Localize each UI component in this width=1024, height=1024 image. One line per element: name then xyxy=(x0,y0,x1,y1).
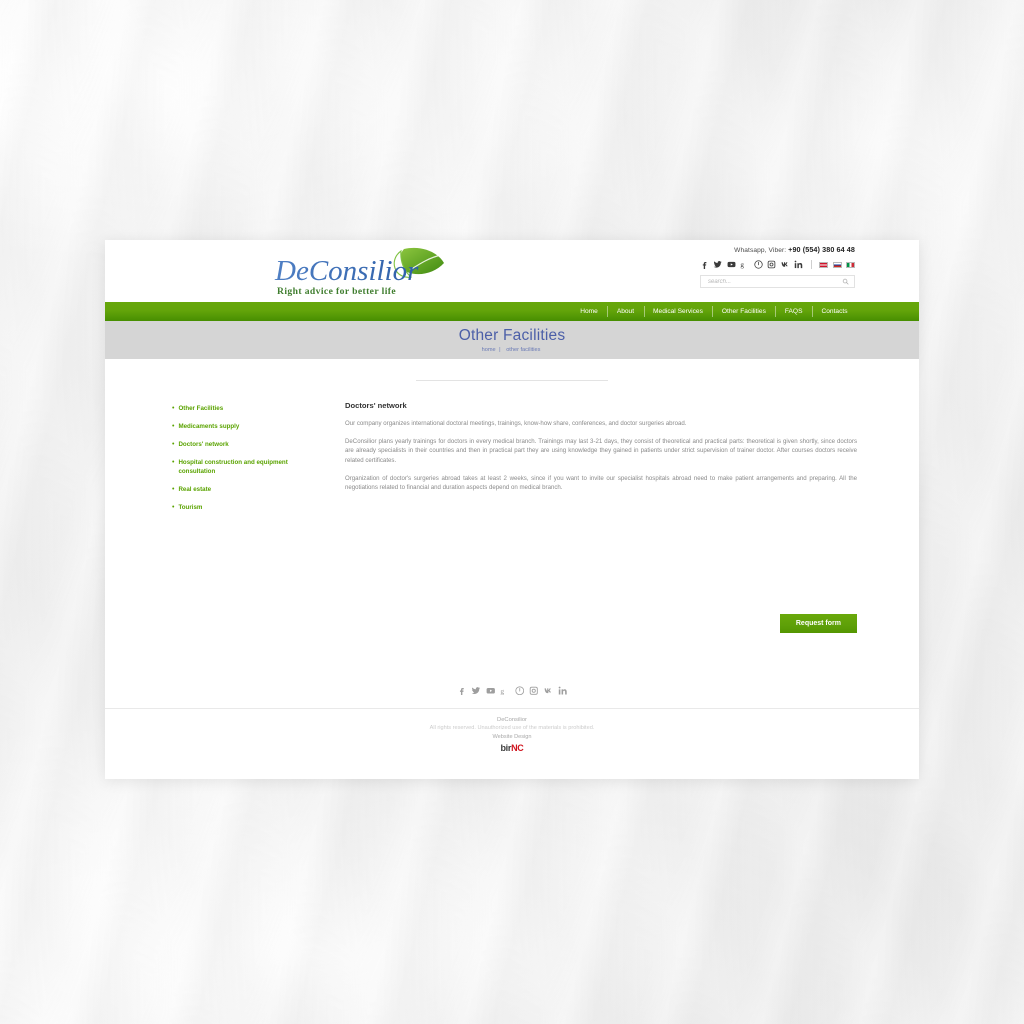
facebook-icon[interactable] xyxy=(700,260,709,269)
footer-company: DeConsilior xyxy=(497,716,527,723)
sidebar-item-medicaments-supply[interactable]: • Medicaments supply xyxy=(172,423,299,432)
footer-text: DeConsilior All rights reserved. Unautho… xyxy=(105,709,919,753)
flag-it[interactable] xyxy=(846,261,855,268)
contact-phone[interactable]: Whatsapp, Viber: +90 (554) 380 64 48 xyxy=(700,245,855,254)
flag-en[interactable] xyxy=(819,261,829,268)
divider xyxy=(810,260,812,269)
search-box[interactable] xyxy=(700,275,855,288)
request-form-button[interactable]: Request form xyxy=(779,613,857,633)
nav-item-faqs[interactable]: FAQS xyxy=(775,302,812,321)
breadcrumb: home | other facilities xyxy=(482,347,543,353)
content-paragraph: Organization of doctor's surgeries abroa… xyxy=(345,474,857,492)
instagram-icon[interactable] xyxy=(529,686,539,696)
bullet-icon: • xyxy=(172,459,175,466)
nav-item-medical-services[interactable]: Medical Services xyxy=(643,302,713,321)
svg-text:g: g xyxy=(741,261,745,269)
pinterest-icon[interactable] xyxy=(514,686,525,696)
bullet-icon: • xyxy=(172,423,175,430)
contact-prefix: Whatsapp, Viber: xyxy=(734,247,787,254)
breadcrumb-current: other facilities xyxy=(506,347,541,353)
content-columns: • Other Facilities • Medicaments supply … xyxy=(105,381,919,522)
page-title-banner: Other Facilities home | other facilities xyxy=(105,321,919,359)
main-content: Doctors' network Our company organizes i… xyxy=(299,401,857,522)
youtube-icon[interactable] xyxy=(486,686,496,696)
sidebar-menu: • Other Facilities • Medicaments supply … xyxy=(172,401,299,522)
google-plus-icon[interactable]: g xyxy=(500,686,510,695)
svg-text:g: g xyxy=(500,686,504,695)
sidebar-item-label[interactable]: Other Facilities xyxy=(178,405,223,414)
designer-logo-part1: bir xyxy=(500,742,512,753)
sidebar-item-hospital-construction[interactable]: • Hospital construction and equipment co… xyxy=(172,459,299,476)
phone-number[interactable]: +90 (554) 380 64 48 xyxy=(788,245,855,254)
svg-text:DeConsilior: DeConsilior xyxy=(274,255,419,287)
designer-logo[interactable]: birNC xyxy=(105,743,919,753)
bullet-icon: • xyxy=(172,405,175,412)
sidebar-item-label[interactable]: Medicaments supply xyxy=(178,423,239,432)
youtube-icon[interactable] xyxy=(727,260,736,269)
facebook-icon[interactable] xyxy=(457,686,467,696)
sidebar-item-other-facilities[interactable]: • Other Facilities xyxy=(172,405,299,414)
bullet-icon: • xyxy=(172,485,175,493)
vk-icon[interactable] xyxy=(544,686,554,696)
sidebar-item-label[interactable]: Doctors' network xyxy=(178,441,228,450)
google-plus-icon[interactable]: g xyxy=(740,260,749,269)
search-icon[interactable] xyxy=(842,278,849,285)
nav-item-other-facilities[interactable]: Other Facilities xyxy=(712,302,775,321)
bullet-icon: • xyxy=(172,503,175,511)
designer-logo-part2: NC xyxy=(511,742,524,753)
request-form-area: Request form xyxy=(105,522,919,633)
linkedin-icon[interactable] xyxy=(558,686,568,696)
nav-item-contacts[interactable]: Contacts xyxy=(811,302,857,321)
search-input[interactable] xyxy=(706,277,842,286)
sidebar-item-label[interactable]: Real estate xyxy=(178,486,211,495)
nav-item-home[interactable]: Home xyxy=(571,302,608,321)
header-right: Whatsapp, Viber: +90 (554) 380 64 48 g xyxy=(700,245,855,288)
flag-ru[interactable] xyxy=(832,261,842,268)
sidebar-item-label[interactable]: Hospital construction and equipment cons… xyxy=(178,459,299,476)
sidebar-item-label[interactable]: Tourism xyxy=(178,504,202,513)
sidebar-item-doctors-network[interactable]: • Doctors' network xyxy=(172,441,299,450)
sidebar-item-tourism[interactable]: • Tourism xyxy=(172,504,299,513)
breadcrumb-separator: | xyxy=(499,347,501,353)
content-paragraph: Our company organizes international doct… xyxy=(345,420,687,427)
page-title: Other Facilities xyxy=(458,327,566,344)
bullet-icon: • xyxy=(172,441,175,448)
footer-rights: All rights reserved. Unauthorized use of… xyxy=(429,724,595,731)
website-page: DeConsilior Right advice for better life… xyxy=(105,240,919,779)
main-navigation[interactable]: Home About Medical Services Other Facili… xyxy=(105,302,919,321)
content-paragraph: DeConsilior plans yearly trainings for d… xyxy=(345,438,857,464)
footer-social-links: g xyxy=(105,685,919,697)
instagram-icon[interactable] xyxy=(767,260,776,269)
footer-design-label: Website Design xyxy=(492,733,532,740)
twitter-icon[interactable] xyxy=(471,686,481,696)
vk-icon[interactable] xyxy=(781,260,790,269)
page-body: • Other Facilities • Medicaments supply … xyxy=(105,380,919,753)
nav-item-about[interactable]: About xyxy=(607,302,643,321)
svg-text:Right advice for better life: Right advice for better life xyxy=(277,286,396,297)
site-logo[interactable]: DeConsilior Right advice for better life xyxy=(273,243,453,299)
linkedin-icon[interactable] xyxy=(794,260,803,269)
twitter-icon[interactable] xyxy=(713,260,723,269)
header-social-links: g xyxy=(700,259,855,270)
breadcrumb-home[interactable]: home xyxy=(482,347,496,353)
sidebar-item-real-estate[interactable]: • Real estate xyxy=(172,486,299,495)
pinterest-icon[interactable] xyxy=(754,260,763,269)
site-header: DeConsilior Right advice for better life… xyxy=(105,240,919,302)
content-heading: Doctors' network xyxy=(345,401,407,410)
